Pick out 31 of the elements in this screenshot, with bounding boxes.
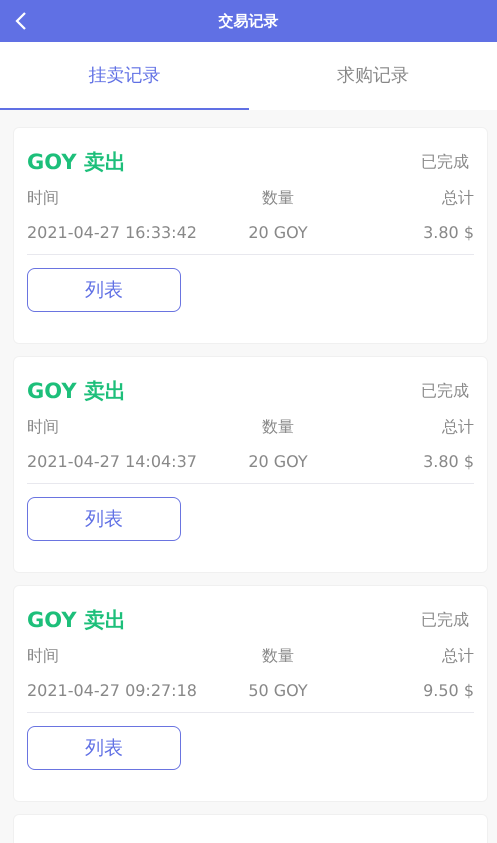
column-label: 数量: [261, 417, 295, 438]
record-title: GOY 卖出: [27, 378, 126, 405]
page-title: 交易记录: [218, 12, 278, 30]
column-label: 总计: [441, 188, 474, 209]
total-value: 9.50 $: [422, 681, 474, 700]
back-icon[interactable]: [15, 11, 27, 31]
status-label: 已完成: [421, 380, 469, 402]
quantity-value: 50 GOY: [247, 681, 309, 700]
list-button[interactable]: 列表: [27, 268, 181, 312]
time-value: 2021-04-27 09:27:18: [27, 681, 198, 700]
quantity-value: 20 GOY: [247, 452, 309, 471]
column-label: 总计: [441, 646, 474, 667]
column-label: 总计: [441, 417, 474, 438]
time-value: 2021-04-27 16:33:42: [27, 223, 198, 242]
record-title: GOY 卖出: [27, 607, 126, 634]
tab[interactable]: 求购记录: [248, 42, 497, 110]
time-value: 2021-04-27 14:04:37: [27, 452, 198, 471]
total-value: 3.80 $: [422, 223, 474, 242]
column-label: 数量: [261, 188, 295, 209]
status-label: 已完成: [421, 610, 469, 630]
tab[interactable]: 挂卖记录: [0, 42, 248, 110]
record-title: GOY 卖出: [27, 149, 126, 176]
list-button[interactable]: 列表: [27, 726, 181, 770]
status-label: 已完成: [421, 152, 469, 172]
column-label: 时间: [27, 417, 60, 438]
column-label: 时间: [27, 188, 60, 209]
quantity-value: 20 GOY: [247, 223, 309, 242]
list-button[interactable]: 列表: [27, 497, 181, 541]
column-label: 数量: [261, 646, 295, 667]
total-value: 3.80 $: [422, 452, 474, 471]
column-label: 时间: [27, 646, 60, 667]
